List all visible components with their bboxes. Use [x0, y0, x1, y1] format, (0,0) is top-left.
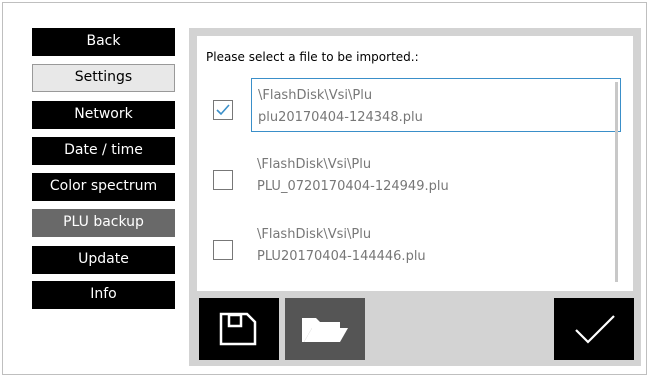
device-screen-frame: Back Settings Network Date / time Color …: [2, 2, 647, 375]
file-name: PLU_0720170404-124949.plu: [257, 179, 449, 194]
menu-item-label: Info: [90, 286, 117, 302]
file-checkbox[interactable]: [213, 170, 233, 190]
file-path: \FlashDisk\Vsi\Plu: [257, 157, 372, 172]
floppy-disk-icon: [219, 312, 257, 346]
file-checkbox[interactable]: [213, 240, 233, 260]
file-list-area: Please select a file to be imported.: \F…: [197, 36, 633, 291]
menu-item-plu-backup[interactable]: PLU backup: [32, 209, 175, 237]
file-name: PLU20170404-144446.plu: [257, 249, 426, 264]
menu-item-label: Date / time: [64, 142, 143, 158]
open-folder-button[interactable]: [285, 298, 365, 360]
file-card[interactable]: \FlashDisk\Vsi\Plu PLU_0720170404-124949…: [251, 148, 621, 202]
import-prompt: Please select a file to be imported.:: [206, 50, 419, 64]
file-row[interactable]: \FlashDisk\Vsi\Plu PLU20170404-144446.pl…: [213, 218, 573, 272]
menu-item-update[interactable]: Update: [32, 246, 175, 274]
back-button[interactable]: Back: [32, 28, 175, 56]
menu-item-label: PLU backup: [63, 214, 144, 230]
file-row[interactable]: \FlashDisk\Vsi\Plu plu20170404-124348.pl…: [213, 78, 621, 132]
settings-header-label: Settings: [74, 69, 133, 85]
file-row[interactable]: \FlashDisk\Vsi\Plu PLU_0720170404-124949…: [213, 148, 573, 202]
menu-item-color-spectrum[interactable]: Color spectrum: [32, 173, 175, 201]
confirm-button[interactable]: [554, 298, 634, 360]
file-name: plu20170404-124348.plu: [258, 110, 423, 125]
menu-item-date-time[interactable]: Date / time: [32, 137, 175, 165]
menu-item-label: Update: [78, 251, 129, 267]
menu-item-label: Network: [74, 106, 133, 122]
back-button-label: Back: [86, 33, 121, 49]
menu-item-info[interactable]: Info: [32, 281, 175, 309]
menu-item-label: Color spectrum: [49, 178, 158, 194]
checkmark-icon: [575, 315, 615, 344]
menu-item-network[interactable]: Network: [32, 101, 175, 129]
check-icon: [216, 104, 230, 116]
settings-header: Settings: [32, 64, 175, 92]
save-button[interactable]: [199, 298, 279, 360]
file-path: \FlashDisk\Vsi\Plu: [258, 88, 373, 103]
file-card[interactable]: \FlashDisk\Vsi\Plu PLU20170404-144446.pl…: [251, 218, 621, 272]
file-card-selected[interactable]: \FlashDisk\Vsi\Plu plu20170404-124348.pl…: [251, 78, 621, 132]
import-panel: Please select a file to be imported.: \F…: [189, 28, 641, 366]
folder-open-icon: [302, 318, 348, 342]
file-list-scrollbar[interactable]: [615, 82, 618, 282]
file-path: \FlashDisk\Vsi\Plu: [257, 227, 372, 242]
file-checkbox[interactable]: [213, 100, 233, 120]
